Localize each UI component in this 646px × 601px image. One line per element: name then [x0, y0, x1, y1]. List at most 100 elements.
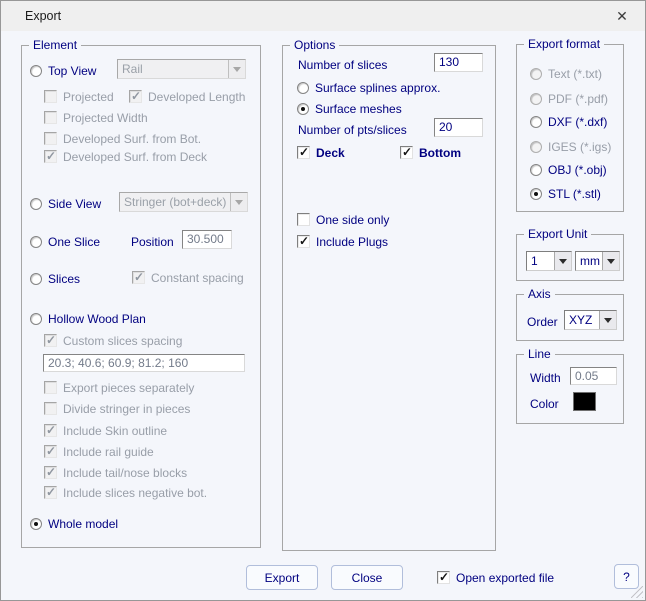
constant-spacing-checkbox — [132, 271, 145, 284]
cb-row-include-neg: Include slices negative bot. — [44, 485, 207, 500]
one-side-checkbox[interactable] — [297, 213, 310, 226]
radio-row-txt: Text (*.txt) — [530, 66, 602, 81]
deck-checkbox[interactable] — [297, 146, 310, 159]
include-tail-label: Include tail/nose blocks — [63, 466, 187, 480]
radio-row-hollow: Hollow Wood Plan — [30, 311, 146, 326]
cb-row-developed-surf-deck: Developed Surf. from Deck — [44, 149, 207, 164]
radio-row-top-view: Top View — [30, 63, 96, 78]
cb-row-developed-length: Developed Length — [129, 89, 245, 104]
cb-row-divide-stringer: Divide stringer in pieces — [44, 401, 190, 416]
hollow-wood-plan-label: Hollow Wood Plan — [48, 312, 146, 326]
slices-radio[interactable] — [30, 273, 42, 285]
element-group: Element Top View Rail Projected Develope… — [21, 45, 261, 548]
axis-group: Axis Order XYZ — [516, 294, 624, 341]
include-neg-label: Include slices negative bot. — [63, 486, 207, 500]
top-view-dropdown-value: Rail — [118, 60, 228, 78]
export-format-group-title: Export format — [524, 38, 604, 51]
format-iges-radio — [530, 141, 542, 153]
line-group: Line Width 0.05 Color — [516, 354, 624, 424]
include-rail-label: Include rail guide — [63, 445, 154, 459]
constant-spacing-label: Constant spacing — [151, 271, 244, 285]
radio-row-splines: Surface splines approx. — [297, 80, 440, 95]
line-color-label-row: Color — [530, 396, 559, 411]
help-button-label: ? — [623, 570, 630, 584]
format-dxf-radio[interactable] — [530, 116, 542, 128]
close-button[interactable]: ✕ — [607, 4, 637, 28]
open-exported-checkbox[interactable] — [437, 571, 450, 584]
export-unit-group: Export Unit 1 mm — [516, 234, 624, 281]
bottom-checkbox[interactable] — [400, 146, 413, 159]
close-icon: ✕ — [616, 8, 628, 25]
include-plugs-label: Include Plugs — [316, 235, 388, 249]
export-button-label: Export — [265, 571, 300, 585]
close-button-footer[interactable]: Close — [331, 565, 403, 590]
position-label: Position — [131, 235, 174, 249]
dialog-body: Element Top View Rail Projected Develope… — [1, 31, 645, 600]
line-color-label: Color — [530, 397, 559, 411]
hollow-wood-plan-radio[interactable] — [30, 313, 42, 325]
unit-scale-dropdown[interactable]: 1 — [526, 251, 572, 271]
divide-stringer-label: Divide stringer in pieces — [63, 402, 190, 416]
side-view-dropdown-value: Stringer (bot+deck) — [120, 193, 230, 211]
include-skin-checkbox — [44, 424, 57, 437]
cb-row-developed-surf-bot: Developed Surf. from Bot. — [44, 131, 201, 146]
unit-value: mm — [576, 252, 602, 270]
export-button[interactable]: Export — [246, 565, 318, 590]
format-pdf-radio — [530, 93, 542, 105]
cb-row-constant-spacing: Constant spacing — [132, 270, 244, 285]
export-format-group: Export format Text (*.txt) PDF (*.pdf) D… — [516, 44, 624, 212]
cb-row-deck: Deck — [297, 145, 345, 160]
developed-length-checkbox — [129, 90, 142, 103]
surface-splines-label: Surface splines approx. — [315, 81, 440, 95]
surface-splines-radio[interactable] — [297, 82, 309, 94]
cb-row-include-plugs: Include Plugs — [297, 234, 388, 249]
line-width-label-row: Width — [530, 370, 561, 385]
surface-meshes-label: Surface meshes — [315, 102, 402, 116]
format-iges-label: IGES (*.igs) — [548, 140, 611, 154]
pts-label: Number of pts/slices — [298, 123, 407, 137]
side-view-radio[interactable] — [30, 198, 42, 210]
surface-meshes-radio[interactable] — [297, 103, 309, 115]
chevron-down-icon — [228, 60, 245, 78]
line-color-swatch[interactable] — [573, 392, 596, 411]
pts-field[interactable]: 20 — [434, 118, 483, 137]
whole-model-radio[interactable] — [30, 518, 42, 530]
position-field: 30.500 — [182, 230, 232, 249]
format-obj-radio[interactable] — [530, 164, 542, 176]
include-tail-checkbox — [44, 466, 57, 479]
resize-grip[interactable] — [631, 586, 643, 598]
title-bar: Export ✕ — [1, 1, 645, 31]
options-group: Options Number of slices 130 Surface spl… — [282, 45, 496, 551]
unit-scale-value: 1 — [527, 252, 554, 270]
include-skin-label: Include Skin outline — [63, 424, 167, 438]
cb-row-export-pieces: Export pieces separately — [44, 380, 194, 395]
cb-row-bottom: Bottom — [400, 145, 461, 160]
export-pieces-checkbox — [44, 381, 57, 394]
developed-surf-deck-label: Developed Surf. from Deck — [63, 150, 207, 164]
cb-row-include-skin: Include Skin outline — [44, 423, 167, 438]
format-txt-label: Text (*.txt) — [548, 67, 602, 81]
radio-row-side-view: Side View — [30, 196, 101, 211]
axis-order-label-row: Order — [527, 314, 558, 329]
one-slice-label: One Slice — [48, 235, 100, 249]
line-group-title: Line — [524, 348, 555, 361]
top-view-radio[interactable] — [30, 65, 42, 77]
one-slice-radio[interactable] — [30, 236, 42, 248]
custom-spacing-checkbox — [44, 334, 57, 347]
side-view-label: Side View — [48, 197, 101, 211]
chevron-down-icon — [602, 252, 619, 270]
deck-label: Deck — [316, 146, 345, 160]
num-slices-field[interactable]: 130 — [434, 53, 483, 72]
dialog-title: Export — [25, 9, 61, 23]
axis-order-dropdown[interactable]: XYZ — [564, 310, 617, 330]
spacing-values-field: 20.3; 40.6; 60.9; 81.2; 160 — [43, 354, 245, 372]
chevron-down-icon — [230, 193, 247, 211]
slices-label: Slices — [48, 272, 80, 286]
options-group-title: Options — [290, 39, 339, 52]
radio-row-one-slice: One Slice — [30, 234, 100, 249]
unit-dropdown[interactable]: mm — [575, 251, 620, 271]
include-plugs-checkbox[interactable] — [297, 235, 310, 248]
format-stl-radio[interactable] — [530, 188, 542, 200]
include-neg-checkbox — [44, 486, 57, 499]
element-group-title: Element — [29, 39, 81, 52]
